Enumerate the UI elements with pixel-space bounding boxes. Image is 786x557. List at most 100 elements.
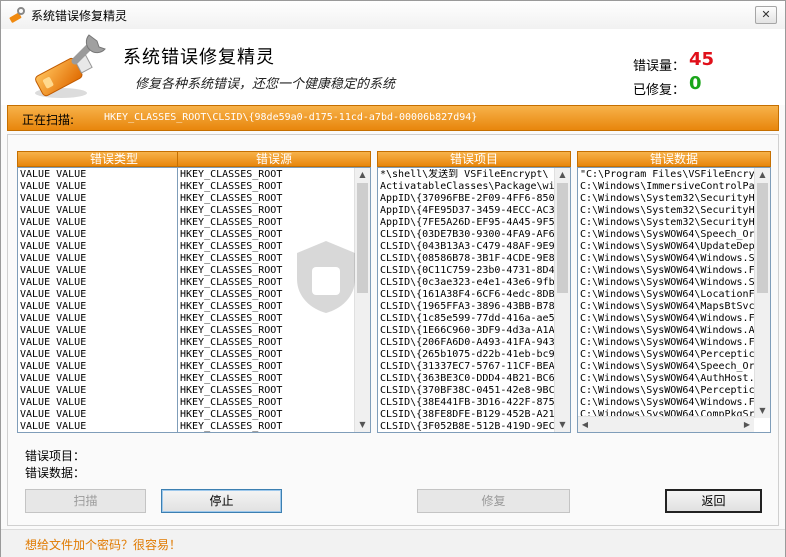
list-item[interactable]: CLSID\{38E441FB-3D16-422F-875	[380, 397, 554, 409]
list-item[interactable]: ActivatableClasses\Package\wi	[380, 181, 554, 193]
list-item[interactable]: C:\Windows\SysWOW64\Windows.A	[580, 325, 754, 337]
list-item[interactable]: C:\Windows\SysWOW64\AuthHost.	[580, 373, 754, 385]
list-item[interactable]: CLSID\{1c85e599-77dd-416a-ae5	[380, 313, 554, 325]
list-item[interactable]: CLSID\{363BE3C0-DDD4-4B21-BC6	[380, 373, 554, 385]
list-item[interactable]: C:\Windows\SysWOW64\Perceptic	[580, 349, 754, 361]
list-item[interactable]: VALUE VALUE	[20, 241, 194, 253]
list-item[interactable]: CLSID\{31337EC7-5767-11CF-BEA	[380, 361, 554, 373]
list-item[interactable]: CLSID\{1E66C960-3DF9-4d3a-A1A	[380, 325, 554, 337]
list-item[interactable]: HKEY_CLASSES_ROOT	[180, 373, 354, 385]
list-item[interactable]: HKEY_CLASSES_ROOT	[180, 409, 354, 421]
list-item[interactable]: HKEY_CLASSES_ROOT	[180, 253, 354, 265]
list-item[interactable]: C:\Windows\System32\SecurityH	[580, 205, 754, 217]
list-item[interactable]: C:\Windows\SysWOW64\UpdateDep	[580, 241, 754, 253]
list-item[interactable]: VALUE VALUE	[20, 313, 194, 325]
list-item[interactable]: HKEY_CLASSES_ROOT	[180, 349, 354, 361]
scroll-thumb[interactable]	[757, 183, 768, 293]
scroll-left-icon[interactable]: ◀	[578, 417, 592, 432]
error-source-scrollbar[interactable]: ▲ ▼	[354, 168, 370, 432]
list-item[interactable]: AppID\{37096FBE-2F09-4FF6-850	[380, 193, 554, 205]
list-item[interactable]: C:\Windows\SysWOW64\Speech_Or	[580, 361, 754, 373]
list-item[interactable]: VALUE VALUE	[20, 193, 194, 205]
list-item[interactable]: CLSID\{043B13A3-C479-48AF-9E9	[380, 241, 554, 253]
list-item[interactable]: C:\Windows\ImmersiveControlPa	[580, 181, 754, 193]
list-item[interactable]: CLSID\{206FA6D0-A493-41FA-943	[380, 337, 554, 349]
close-button[interactable]: ✕	[755, 6, 777, 24]
list-item[interactable]: HKEY_CLASSES_ROOT	[180, 169, 354, 181]
scroll-right-icon[interactable]: ▶	[740, 417, 754, 432]
list-item[interactable]: HKEY_CLASSES_ROOT	[180, 277, 354, 289]
scroll-thumb[interactable]	[357, 183, 368, 293]
list-item[interactable]: HKEY_CLASSES_ROOT	[180, 337, 354, 349]
list-item[interactable]: C:\Windows\SysWOW64\Windows.S	[580, 253, 754, 265]
list-item[interactable]: AppID\{7FE5A26D-EF95-4A45-9F5	[380, 217, 554, 229]
error-data-scrollbar[interactable]: ▲ ▼	[754, 168, 770, 418]
list-item[interactable]: VALUE VALUE	[20, 349, 194, 361]
list-item[interactable]: C:\Windows\SysWOW64\Windows.S	[580, 277, 754, 289]
list-item[interactable]: VALUE VALUE	[20, 217, 194, 229]
list-item[interactable]: VALUE VALUE	[20, 229, 194, 241]
list-item[interactable]: HKEY_CLASSES_ROOT	[180, 325, 354, 337]
list-item[interactable]: HKEY_CLASSES_ROOT	[180, 289, 354, 301]
list-item[interactable]: VALUE VALUE	[20, 373, 194, 385]
list-item[interactable]: CLSID\{08586B78-3B1F-4CDE-9E8	[380, 253, 554, 265]
list-item[interactable]: CLSID\{1965FFA3-3896-43BB-B78	[380, 301, 554, 313]
error-source-list[interactable]: HKEY_CLASSES_ROOT HKEY_CLASSES_ROOT HKEY_C…	[177, 167, 371, 433]
list-item[interactable]: VALUE VALUE	[20, 301, 194, 313]
list-item[interactable]: C:\Windows\SysWOW64\Windows.F	[580, 313, 754, 325]
list-item[interactable]: HKEY_CLASSES_ROOT	[180, 205, 354, 217]
list-item[interactable]: C:\Windows\SysWOW64\Windows.F	[580, 265, 754, 277]
list-item[interactable]: C:\Windows\SysWOW64\MapsBtSvc	[580, 301, 754, 313]
error-item-scrollbar[interactable]: ▲ ▼	[554, 168, 570, 432]
list-item[interactable]: VALUE VALUE	[20, 253, 194, 265]
list-item[interactable]: CLSID\{3F052B8E-512B-419D-9EC	[380, 421, 554, 432]
repair-button[interactable]: 修复	[417, 489, 570, 513]
list-item[interactable]: VALUE VALUE	[20, 361, 194, 373]
scroll-down-icon[interactable]: ▼	[555, 418, 570, 432]
back-button[interactable]: 返回	[665, 489, 762, 513]
list-item[interactable]: C:\Windows\SysWOW64\Windows.F	[580, 397, 754, 409]
list-item[interactable]: HKEY_CLASSES_ROOT	[180, 301, 354, 313]
error-data-hscrollbar[interactable]: ◀ ▶	[578, 416, 754, 432]
list-item[interactable]: VALUE VALUE	[20, 289, 194, 301]
list-item[interactable]: HKEY_CLASSES_ROOT	[180, 397, 354, 409]
scroll-down-icon[interactable]: ▼	[755, 404, 770, 418]
list-item[interactable]: HKEY_CLASSES_ROOT	[180, 181, 354, 193]
list-item[interactable]: CLSID\{265b1075-d22b-41eb-bc9	[380, 349, 554, 361]
list-item[interactable]: VALUE VALUE	[20, 421, 194, 432]
list-item[interactable]: "C:\Program Files\VSFileEncry	[580, 169, 754, 181]
list-item[interactable]: *\shell\发送到 VSFileEncrypt\	[380, 169, 554, 181]
list-item[interactable]: HKEY_CLASSES_ROOT	[180, 217, 354, 229]
list-item[interactable]: C:\Windows\SysWOW64\LocationF	[580, 289, 754, 301]
scroll-down-icon[interactable]: ▼	[355, 418, 370, 432]
scroll-thumb[interactable]	[557, 183, 568, 293]
list-item[interactable]: HKEY_CLASSES_ROOT	[180, 385, 354, 397]
scroll-up-icon[interactable]: ▲	[355, 168, 370, 182]
list-item[interactable]: VALUE VALUE	[20, 265, 194, 277]
list-item[interactable]: CLSID\{0C11C759-23b0-4731-8D4	[380, 265, 554, 277]
list-item[interactable]: VALUE VALUE	[20, 205, 194, 217]
list-item[interactable]: CLSID\{0c3ae323-e4e1-43e6-9fb	[380, 277, 554, 289]
list-item[interactable]: HKEY_CLASSES_ROOT	[180, 229, 354, 241]
scroll-up-icon[interactable]: ▲	[555, 168, 570, 182]
list-item[interactable]: CLSID\{161A38F4-6CF6-4edc-8DB	[380, 289, 554, 301]
list-item[interactable]: C:\Windows\SysWOW64\CompPkgSr	[580, 409, 754, 416]
list-item[interactable]: C:\Windows\System32\SecurityH	[580, 217, 754, 229]
list-item[interactable]: CLSID\{38FE8DFE-B129-452B-A21	[380, 409, 554, 421]
list-item[interactable]: CLSID\{03DE7B30-9300-4FA9-AF6	[380, 229, 554, 241]
list-item[interactable]: HKEY_CLASSES_ROOT	[180, 313, 354, 325]
list-item[interactable]: HKEY_CLASSES_ROOT	[180, 421, 354, 432]
list-item[interactable]: VALUE VALUE	[20, 385, 194, 397]
error-item-list[interactable]: *\shell\发送到 VSFileEncrypt\ ActivatableCla…	[377, 167, 571, 433]
list-item[interactable]: C:\Windows\SysWOW64\Windows.F	[580, 337, 754, 349]
list-item[interactable]: C:\Windows\SysWOW64\Speech_Or	[580, 229, 754, 241]
list-item[interactable]: HKEY_CLASSES_ROOT	[180, 265, 354, 277]
list-item[interactable]: HKEY_CLASSES_ROOT	[180, 241, 354, 253]
list-item[interactable]: AppID\{4FE95D37-3459-4ECC-AC3	[380, 205, 554, 217]
error-data-list[interactable]: "C:\Program Files\VSFileEncry C:\Windows\…	[577, 167, 771, 433]
stop-button[interactable]: 停止	[161, 489, 282, 513]
list-item[interactable]: VALUE VALUE	[20, 325, 194, 337]
list-item[interactable]: VALUE VALUE	[20, 409, 194, 421]
list-item[interactable]: C:\Windows\System32\SecurityH	[580, 193, 754, 205]
list-item[interactable]: CLSID\{370BF38C-0451-42e8-9BC	[380, 385, 554, 397]
